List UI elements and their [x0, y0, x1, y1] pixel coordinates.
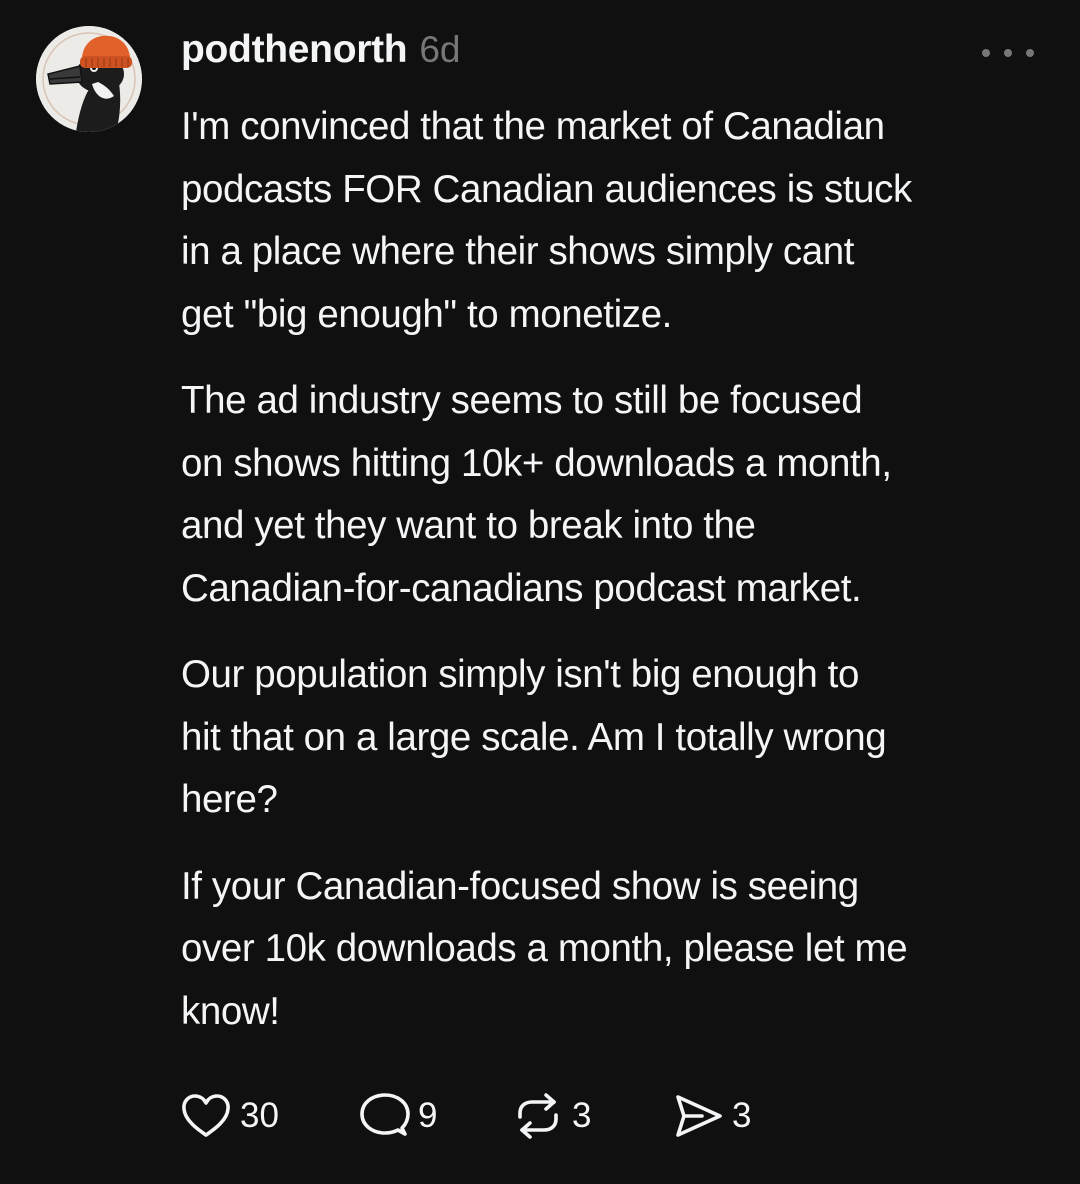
goose-avatar-icon [36, 26, 142, 132]
post-text-line: here? [181, 778, 278, 821]
comment-button[interactable]: 9 [358, 1091, 512, 1141]
post-text-line: The ad industry seems to still be focuse… [181, 379, 863, 422]
post-text-line: in a place where their shows simply cant [181, 230, 855, 273]
post-paragraph: If your Canadian-focused show is seeing … [181, 856, 1061, 1044]
like-count: 30 [240, 1096, 279, 1135]
more-icon-dot [1026, 49, 1034, 57]
post-text-line: over 10k downloads a month, please let m… [181, 927, 908, 970]
comment-icon [360, 1093, 410, 1136]
post-text-line: podcasts FOR Canadian audiences is stuck [181, 167, 912, 211]
post-text-line: Canadian-for-canadians podcast market. [181, 566, 862, 610]
post-text-line: get "big enough" to monetize. [181, 292, 672, 336]
post-timestamp[interactable]: 6d [419, 29, 460, 71]
post-header: podthenorth 6d [181, 28, 460, 84]
post-actions: 30 9 3 3 [180, 1088, 751, 1144]
post-text-line: Our population simply isn't big enough t… [181, 653, 859, 696]
post-body: I'm convinced that the market of Canadia… [181, 96, 1061, 1067]
post-paragraph: Our population simply isn't big enough t… [181, 644, 1061, 832]
post-text-line: know! [181, 989, 280, 1033]
heart-icon [182, 1094, 230, 1137]
repost-button[interactable]: 3 [512, 1093, 672, 1139]
post-paragraph: I'm convinced that the market of Canadia… [181, 96, 1061, 346]
post-text-line: on shows hitting 10k+ downloads a month, [181, 441, 892, 485]
comment-count: 9 [418, 1096, 438, 1135]
more-icon-dot [982, 49, 990, 57]
post-text-line: I'm convinced that the market of Canadia… [181, 105, 885, 148]
avatar[interactable] [36, 26, 142, 132]
repost-count: 3 [572, 1096, 592, 1135]
post-text-line: and yet they want to break into the [181, 504, 756, 547]
share-button[interactable]: 3 [672, 1093, 751, 1139]
more-icon-dot [1004, 49, 1012, 57]
more-options-button[interactable] [982, 38, 1034, 68]
post-text-line: hit that on a large scale. Am I totally … [181, 715, 887, 759]
repost-icon [518, 1093, 558, 1139]
post-text-line: If your Canadian-focused show is seeing [181, 864, 859, 908]
post-paragraph: The ad industry seems to still be focuse… [181, 370, 1061, 620]
username-link[interactable]: podthenorth [181, 28, 408, 72]
like-button[interactable]: 30 [180, 1092, 358, 1140]
share-count: 3 [732, 1096, 752, 1135]
thread-post: podthenorth 6d I'm convinced that the ma… [0, 0, 1080, 1184]
send-icon [676, 1095, 722, 1137]
